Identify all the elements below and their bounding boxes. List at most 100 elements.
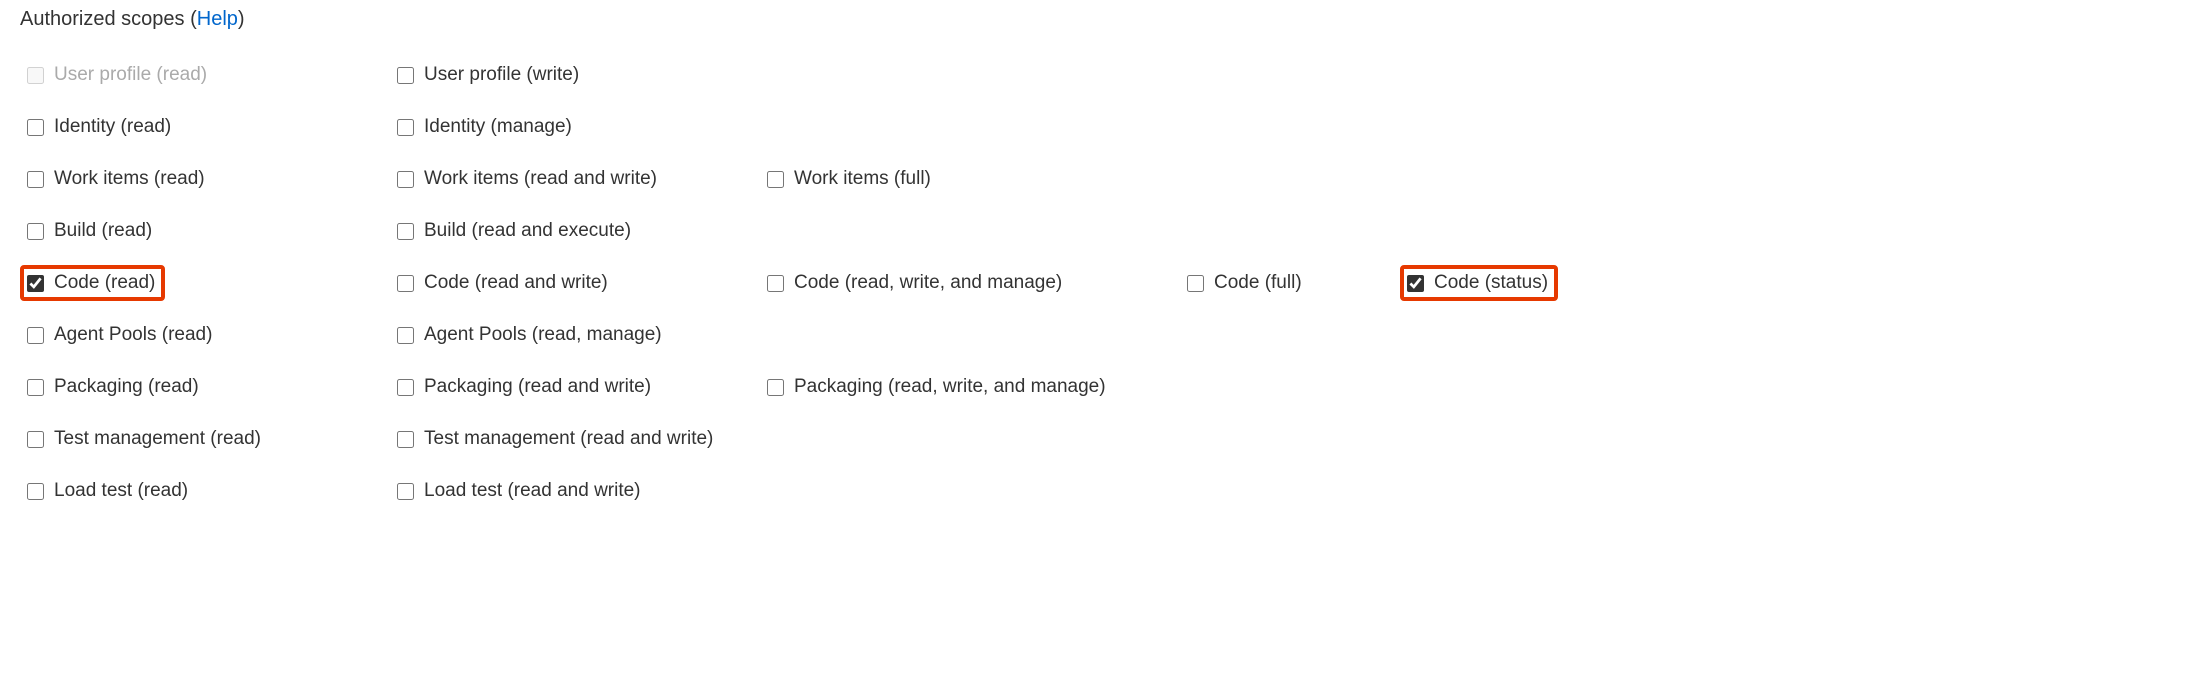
scope-checkbox-work-items-read[interactable]: [27, 171, 44, 188]
scope-item-code-full[interactable]: Code (full): [1180, 265, 1312, 301]
scope-item-code-read-write[interactable]: Code (read and write): [390, 265, 618, 301]
scope-checkbox-code-read-write[interactable]: [397, 275, 414, 292]
scope-item-work-items-read-write[interactable]: Work items (read and write): [390, 161, 667, 197]
scope-label: User profile (write): [424, 64, 579, 86]
scope-checkbox-load-test-read[interactable]: [27, 483, 44, 500]
scope-label: Code (read): [54, 272, 155, 294]
scope-label: Code (status): [1434, 272, 1548, 294]
scope-cell: User profile (write): [390, 53, 760, 97]
scopes-heading-suffix: ): [238, 8, 245, 30]
scope-cell: Test management (read and write): [390, 417, 760, 461]
scope-item-load-test-read-write[interactable]: Load test (read and write): [390, 473, 651, 509]
scope-label: Work items (read and write): [424, 168, 657, 190]
scope-label: Load test (read and write): [424, 480, 641, 502]
scope-item-user-profile-read: User profile (read): [20, 57, 217, 93]
scope-cell: Code (full): [1180, 261, 1400, 305]
scope-row: Build (read) Build (read and execute): [20, 205, 2180, 257]
scope-checkbox-test-management-read-write[interactable]: [397, 431, 414, 448]
scope-label: Load test (read): [54, 480, 188, 502]
scopes-panel: Authorized scopes (Help) User profile (r…: [0, 0, 2200, 517]
scope-cell: Agent Pools (read, manage): [390, 313, 760, 357]
scope-label: Test management (read): [54, 428, 261, 450]
scope-label: Agent Pools (read, manage): [424, 324, 662, 346]
scope-cell: Packaging (read and write): [390, 365, 760, 409]
scope-checkbox-code-full[interactable]: [1187, 275, 1204, 292]
scope-checkbox-packaging-read-write[interactable]: [397, 379, 414, 396]
scopes-heading: Authorized scopes (Help): [20, 8, 2180, 31]
scope-label: Code (read and write): [424, 272, 608, 294]
scope-cell: Code (read and write): [390, 261, 760, 305]
scope-checkbox-user-profile-write[interactable]: [397, 67, 414, 84]
scope-row: Code (read) Code (read and write) Code (re…: [20, 257, 2180, 309]
scope-item-build-read-execute[interactable]: Build (read and execute): [390, 213, 641, 249]
scope-row: Work items (read) Work items (read and wr…: [20, 153, 2180, 205]
scope-checkbox-test-management-read[interactable]: [27, 431, 44, 448]
scope-label: Identity (manage): [424, 116, 572, 138]
scope-checkbox-build-read-execute[interactable]: [397, 223, 414, 240]
scope-checkbox-build-read[interactable]: [27, 223, 44, 240]
scope-item-identity-read[interactable]: Identity (read): [20, 109, 181, 145]
scope-item-load-test-read[interactable]: Load test (read): [20, 473, 198, 509]
scope-checkbox-identity-read[interactable]: [27, 119, 44, 136]
scope-item-build-read[interactable]: Build (read): [20, 213, 162, 249]
scope-cell: Load test (read and write): [390, 469, 760, 513]
scope-item-packaging-read-write[interactable]: Packaging (read and write): [390, 369, 661, 405]
scope-checkbox-packaging-read-write-manage[interactable]: [767, 379, 784, 396]
scope-checkbox-identity-manage[interactable]: [397, 119, 414, 136]
scope-checkbox-work-items-full[interactable]: [767, 171, 784, 188]
scope-checkbox-agent-pools-read[interactable]: [27, 327, 44, 344]
scope-item-work-items-read[interactable]: Work items (read): [20, 161, 215, 197]
scope-item-test-management-read-write[interactable]: Test management (read and write): [390, 421, 723, 457]
scope-label: Packaging (read, write, and manage): [794, 376, 1106, 398]
scope-label: Identity (read): [54, 116, 171, 138]
scope-cell: Code (read): [20, 261, 390, 305]
scope-cell: Test management (read): [20, 417, 390, 461]
scope-cell: Build (read): [20, 209, 390, 253]
scope-label: Test management (read and write): [424, 428, 713, 450]
scope-cell: Packaging (read): [20, 365, 390, 409]
scope-label: Work items (read): [54, 168, 205, 190]
scope-row: Load test (read) Load test (read and writ…: [20, 465, 2180, 517]
scope-item-packaging-read-write-manage[interactable]: Packaging (read, write, and manage): [760, 369, 1116, 405]
scope-cell: Packaging (read, write, and manage): [760, 365, 1180, 409]
scope-row: Test management (read) Test management (r…: [20, 413, 2180, 465]
scope-checkbox-code-read-write-manage[interactable]: [767, 275, 784, 292]
scope-cell: Build (read and execute): [390, 209, 760, 253]
scope-cell: Code (status): [1400, 261, 1570, 305]
scope-cell: Code (read, write, and manage): [760, 261, 1180, 305]
scope-label: Build (read): [54, 220, 152, 242]
scope-cell: Agent Pools (read): [20, 313, 390, 357]
scope-cell: User profile (read): [20, 53, 390, 97]
help-link[interactable]: Help: [197, 8, 238, 30]
scope-cell: Load test (read): [20, 469, 390, 513]
scope-item-agent-pools-read[interactable]: Agent Pools (read): [20, 317, 222, 353]
scope-checkbox-code-read[interactable]: [27, 275, 44, 292]
scope-checkbox-work-items-read-write[interactable]: [397, 171, 414, 188]
scope-checkbox-code-status[interactable]: [1407, 275, 1424, 292]
scope-item-identity-manage[interactable]: Identity (manage): [390, 109, 582, 145]
scope-label: Code (full): [1214, 272, 1302, 294]
scope-row: Agent Pools (read) Agent Pools (read, man…: [20, 309, 2180, 361]
scope-item-code-read-write-manage[interactable]: Code (read, write, and manage): [760, 265, 1072, 301]
scope-item-code-status[interactable]: Code (status): [1400, 265, 1558, 301]
scope-checkbox-agent-pools-read-manage[interactable]: [397, 327, 414, 344]
scopes-heading-prefix: Authorized scopes (: [20, 8, 197, 30]
scope-row: User profile (read) User profile (write): [20, 49, 2180, 101]
scope-item-work-items-full[interactable]: Work items (full): [760, 161, 941, 197]
scope-item-test-management-read[interactable]: Test management (read): [20, 421, 271, 457]
scope-item-code-read[interactable]: Code (read): [20, 265, 165, 301]
scope-cell: Identity (manage): [390, 105, 760, 149]
scope-checkbox-packaging-read[interactable]: [27, 379, 44, 396]
scope-row: Packaging (read) Packaging (read and writ…: [20, 361, 2180, 413]
scope-cell: Identity (read): [20, 105, 390, 149]
scope-cell: Work items (read): [20, 157, 390, 201]
scope-checkbox-user-profile-read: [27, 67, 44, 84]
scope-checkbox-load-test-read-write[interactable]: [397, 483, 414, 500]
scope-cell: Work items (read and write): [390, 157, 760, 201]
scope-item-user-profile-write[interactable]: User profile (write): [390, 57, 589, 93]
scope-item-packaging-read[interactable]: Packaging (read): [20, 369, 209, 405]
scope-label: Packaging (read): [54, 376, 199, 398]
scope-item-agent-pools-read-manage[interactable]: Agent Pools (read, manage): [390, 317, 672, 353]
scopes-grid: User profile (read) User profile (write) I…: [20, 49, 2180, 517]
scope-label: Work items (full): [794, 168, 931, 190]
